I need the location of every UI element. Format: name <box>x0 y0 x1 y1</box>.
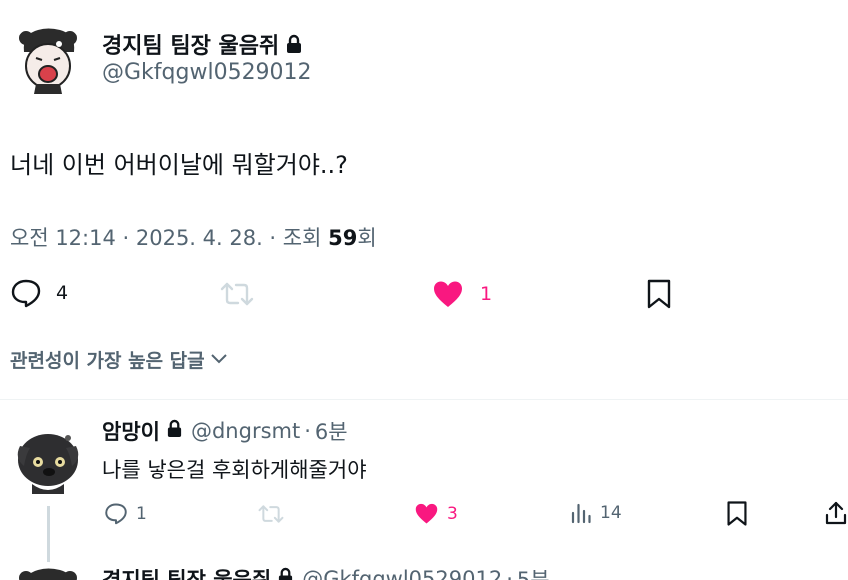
reply-reply-button[interactable]: 1 <box>104 502 147 525</box>
share-icon <box>824 500 848 526</box>
reply-time[interactable]: 6분 <box>315 416 348 446</box>
bookmark-icon <box>646 278 672 310</box>
black-dog-avatar-illustration <box>8 418 88 498</box>
bookmark-button[interactable] <box>646 278 672 310</box>
author-avatar[interactable] <box>10 22 86 98</box>
tweet-timestamp[interactable]: 오전 12:14 · 2025. 4. 28. · 조회 <box>10 226 328 250</box>
reply-author-avatar[interactable] <box>8 418 88 498</box>
next-reply-header: 경지팀 팀장 울음쥐 @Gkfqgwl0529012 · 5분 <box>102 564 550 580</box>
reply-button[interactable]: 4 <box>10 278 68 308</box>
reply-like-count: 3 <box>447 503 458 524</box>
author-name[interactable]: 경지팀 팀장 울음쥐 <box>102 28 303 60</box>
next-reply-time[interactable]: 5분 <box>517 564 550 580</box>
like-button[interactable]: 1 <box>432 279 492 309</box>
reply-text: 나를 낳은걸 후회하게해줄거야 <box>102 458 367 482</box>
retweet-button[interactable] <box>220 280 264 308</box>
author-name-text: 경지팀 팀장 울음쥐 <box>102 34 280 59</box>
reply-header: 암망이 @dngrsmt · 6분 <box>102 416 348 446</box>
reply-reply-count: 1 <box>136 503 147 524</box>
divider <box>0 399 848 400</box>
reply-share-button[interactable] <box>824 500 848 526</box>
view-count: 59 <box>328 226 358 250</box>
tweet-meta: 오전 12:14 · 2025. 4. 28. · 조회 59회 <box>10 222 377 252</box>
view-count-suffix: 회 <box>357 226 377 250</box>
reply-author-name[interactable]: 암망이 <box>102 416 160 446</box>
lock-icon <box>277 567 294 580</box>
reply-view-count: 14 <box>600 503 622 523</box>
mouse-avatar-illustration <box>19 568 77 580</box>
dot-separator: · <box>506 567 513 580</box>
reply-sort-dropdown[interactable]: 관련성이 가장 높은 답글 <box>10 346 229 373</box>
lock-icon <box>166 419 183 443</box>
next-reply-author-name[interactable]: 경지팀 팀장 울음쥐 <box>102 564 271 580</box>
mouse-avatar-illustration <box>10 22 86 98</box>
thread-connector-line <box>47 506 50 564</box>
reply-count: 4 <box>56 282 69 304</box>
tweet-text: 너네 이번 어버이날에 뭐할거야..? <box>10 151 348 179</box>
dot-separator: · <box>304 419 311 443</box>
next-reply-avatar[interactable] <box>10 562 86 580</box>
reply-bookmark-button[interactable] <box>726 500 748 527</box>
reply-icon <box>10 278 42 308</box>
reply-views-button[interactable]: 14 <box>570 502 622 524</box>
reply-author-handle[interactable]: @dngrsmt <box>191 419 300 443</box>
views-icon <box>570 502 592 524</box>
reply-sort-label: 관련성이 가장 높은 답글 <box>10 350 205 372</box>
next-reply-author-handle[interactable]: @Gkfqgwl0529012 <box>302 567 502 580</box>
retweet-icon <box>258 503 284 525</box>
like-count: 1 <box>480 283 493 305</box>
retweet-icon <box>220 280 254 308</box>
reply-retweet-button[interactable] <box>258 503 284 525</box>
like-icon <box>414 502 439 525</box>
bookmark-icon <box>726 500 748 527</box>
lock-icon <box>285 34 303 60</box>
like-icon <box>432 279 464 309</box>
author-handle[interactable]: @Gkfqgwl0529012 <box>102 60 312 85</box>
reply-like-button[interactable]: 3 <box>414 502 458 525</box>
chevron-down-icon <box>205 349 229 371</box>
reply-icon <box>104 502 128 525</box>
